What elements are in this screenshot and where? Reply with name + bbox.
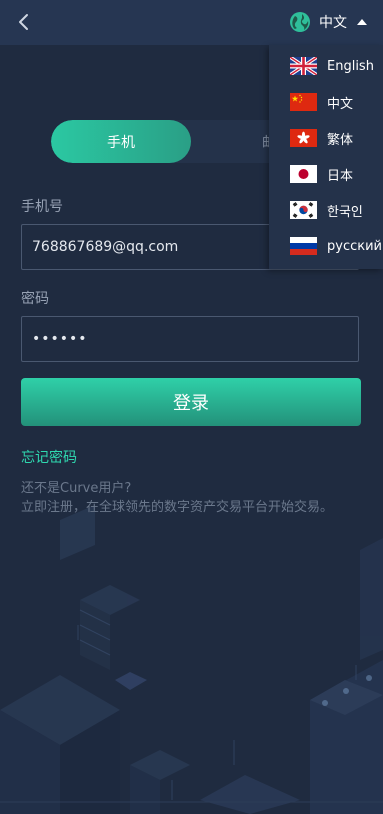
not-user-text: 还不是Curve用户? — [21, 481, 132, 496]
hongkong-flag-icon — [290, 129, 317, 147]
language-option-russian[interactable]: русский — [269, 228, 383, 264]
phone-input-value: 768867689@qq.com — [32, 239, 179, 255]
forgot-password-link[interactable]: 忘记密码 — [21, 447, 77, 467]
register-hint-text[interactable]: 立即注册，在全球领先的数字资产交易平台开始交易。 — [21, 496, 333, 515]
language-option-label: 한국인 — [327, 204, 363, 220]
uk-flag-icon — [290, 57, 317, 75]
language-option-label: English — [327, 58, 374, 74]
language-dropdown: English 中文 繁体 日本 한국인 русский — [269, 45, 383, 269]
top-bar: 中文 — [0, 0, 383, 45]
china-flag-icon — [290, 93, 317, 111]
language-option-label: 中文 — [327, 96, 354, 112]
background-city-illustration — [0, 505, 383, 814]
language-option-traditional[interactable]: 繁体 — [269, 120, 383, 156]
globe-icon — [290, 12, 310, 32]
back-arrow-icon[interactable] — [14, 11, 34, 33]
password-input-value: •••••• — [32, 331, 88, 347]
language-option-english[interactable]: English — [269, 48, 383, 84]
password-label: 密码 — [21, 291, 49, 307]
japan-flag-icon — [290, 165, 317, 183]
tab-phone[interactable]: 手机 — [51, 120, 191, 163]
caret-up-icon — [357, 19, 367, 25]
language-option-label: 繁体 — [327, 132, 354, 148]
language-option-korean[interactable]: 한국인 — [269, 192, 383, 228]
language-option-label: русский — [327, 238, 382, 254]
language-option-label: 日本 — [327, 168, 354, 184]
password-input[interactable]: •••••• — [21, 316, 359, 362]
russia-flag-icon — [290, 237, 317, 255]
current-language-label: 中文 — [319, 15, 347, 31]
phone-label: 手机号 — [21, 199, 63, 215]
language-option-chinese[interactable]: 中文 — [269, 84, 383, 120]
language-option-japanese[interactable]: 日本 — [269, 156, 383, 192]
korea-flag-icon — [290, 201, 317, 219]
language-switcher[interactable]: 中文 — [289, 10, 367, 34]
login-button[interactable]: 登录 — [21, 378, 361, 426]
